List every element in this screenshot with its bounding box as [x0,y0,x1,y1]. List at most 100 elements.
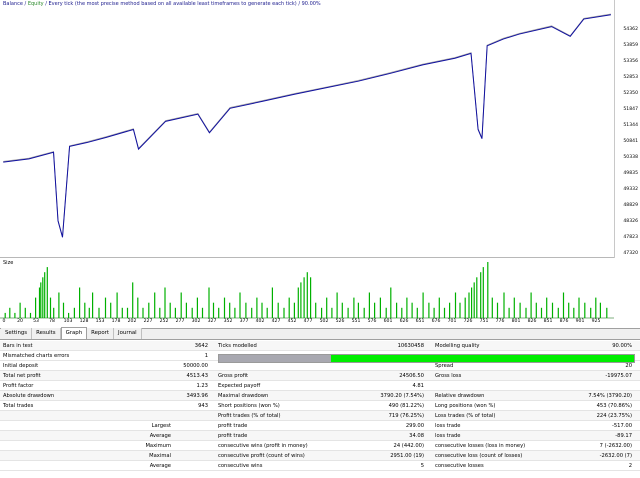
trade-size-bar [416,307,418,318]
x-tick-label: 103 [63,319,73,324]
trade-size-bar [513,297,515,318]
average-consecutive-label: Average [149,463,171,469]
trade-size-bar [303,277,305,318]
tester-tab-bar: Settings Results Graph Report Journal [0,327,640,340]
avg-cons-losses-value: 2 [628,463,632,469]
x-tick-label: 701 [447,319,457,324]
bars-in-test-value: 3642 [194,343,208,349]
table-row: Absolute drawdown 3493.96 Maximal drawdo… [0,391,640,401]
expected-payoff-value: 4.81 [412,383,424,389]
avg-cons-wins-value: 5 [420,463,424,469]
trade-size-bar [546,297,548,318]
trade-size-bar [401,307,403,318]
x-tick-label: 427 [271,319,281,324]
trade-size-bar [503,292,505,318]
trade-size-bar [256,297,258,318]
trade-size-bar [573,307,575,318]
trade-size-bar [234,307,236,318]
trade-size-bar [159,307,161,318]
table-row: Largest profit trade 299.00 loss trade -… [0,421,640,431]
trade-size-bar [208,287,210,318]
table-row: Initial deposit 50000.00 Spread 20 [0,361,640,371]
trade-size-bar [245,302,247,318]
x-tick-label: 452 [287,319,297,324]
trade-size-bar [98,307,100,318]
x-tick-label: 128 [79,319,89,324]
x-tick-label: 53 [33,319,39,324]
trade-size-bar [164,287,166,318]
trade-size-bar [84,302,86,318]
trade-size-bar [396,302,398,318]
trade-size-bar [476,277,478,318]
mismatched-errors-value: 1 [204,353,208,359]
trade-size-bar [40,282,42,318]
trade-size-bar [212,302,215,318]
absolute-drawdown-value: 3493.96 [186,393,208,399]
balance-equity-chart [0,13,640,258]
total-net-profit-value: 4513.43 [186,373,208,379]
trade-size-bars [4,262,608,318]
tab-settings[interactable]: Settings [1,328,33,339]
x-tick-label: 78 [49,319,55,324]
x-tick-label: 526 [335,319,345,324]
maximal-cons-loss-value: -2632.00 (7) [599,453,632,459]
gross-loss-value: -19975.07 [605,373,632,379]
x-tick-label: 851 [543,319,553,324]
trade-size-bar [411,302,413,318]
trade-size-bar [137,297,139,318]
trade-size-bar [551,302,554,318]
caption-equity: Equity [27,1,44,7]
trade-size-bar [336,292,338,318]
tab-graph[interactable]: Graph [60,327,88,339]
chart-caption: Balance / Equity / Every tick (the most … [3,1,321,7]
price-axis: 54362 53859 53356 52853 52350 51847 51344 50841… [614,0,640,258]
trade-size-bar [468,292,470,318]
x-tick-label: 676 [431,319,441,324]
trade-size-bar [326,297,328,318]
x-tick-label: 925 [591,319,601,324]
price-tick-label: 47320 [623,251,638,256]
trade-size-bar [277,302,279,318]
trade-size-bar [599,302,601,318]
gross-profit-value: 24506.50 [399,373,424,379]
trade-size-bar [121,307,123,318]
trade-size-bar [315,302,317,318]
trade-size-bar [331,307,333,318]
trade-size-bar [390,287,392,318]
trade-size-bar [169,302,171,318]
trade-size-bar [508,307,510,318]
x-tick-label: 776 [495,319,505,324]
x-tick-label: 551 [351,319,361,324]
price-tick-label: 48829 [623,203,638,208]
trade-size-bar [368,292,370,318]
max-cons-wins-value: 24 (442.00) [393,443,424,449]
trade-size-bar [44,272,46,318]
profit-factor-value: 1.23 [196,383,208,389]
trade-size-bar [562,292,565,318]
x-tick-label: 277 [175,319,185,324]
loss-trades-value: 224 (23.75%) [596,413,632,419]
trade-size-bar [24,307,26,318]
average-profit-value: 34.08 [409,433,424,439]
tab-journal[interactable]: Journal [114,328,142,339]
trade-size-bar [9,307,11,318]
largest-label: Largest [151,423,171,429]
trade-size-bar [379,297,381,318]
trade-size-bar [223,297,226,318]
trade-size-bar [406,297,408,318]
trade-size-bar [261,302,263,318]
trade-size-bar [385,307,387,318]
x-tick-label: 227 [143,319,153,324]
max-cons-losses-value: 7 (-2632.00) [599,443,632,449]
price-tick-label: 52350 [623,91,638,96]
tab-report[interactable]: Report [87,328,115,339]
price-tick-label: 47823 [623,235,638,240]
trade-size-bar [266,307,268,318]
trade-size-bar [496,302,499,318]
trade-size-bar [180,292,182,318]
tab-results[interactable]: Results [32,328,61,339]
x-tick-label: 876 [559,319,569,324]
price-tick-label: 52853 [623,75,638,80]
trade-size-bar [557,307,559,318]
trade-size-bar [297,287,299,318]
